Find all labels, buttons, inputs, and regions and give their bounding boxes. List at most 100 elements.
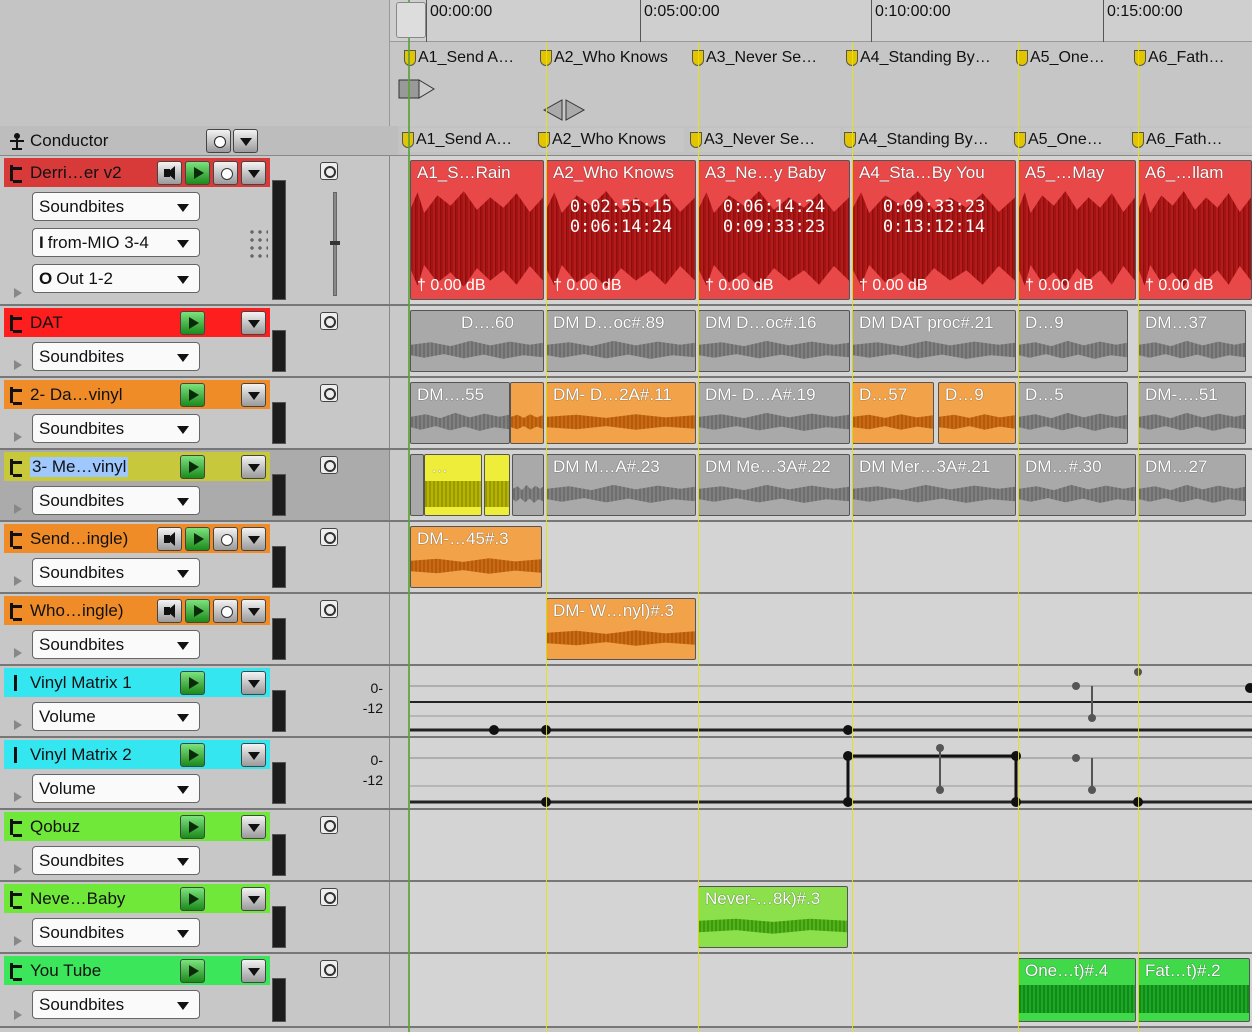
zoom-icon[interactable] [320,456,338,474]
disclosure-triangle-icon[interactable] [14,864,22,874]
speaker-button[interactable] [157,526,182,551]
automation-lane[interactable] [410,738,1252,808]
track-view-select[interactable]: Soundbites [32,846,200,875]
conductor-marker-a6[interactable]: A6_Fath… [1132,128,1252,152]
track-view-select[interactable]: Soundbites [32,414,200,443]
conductor-marker-a2[interactable]: A2_Who Knows [538,128,684,152]
zoom-icon[interactable] [320,816,338,834]
clip[interactable]: DM M…A#.23 [546,454,696,516]
timeline-ruler[interactable]: 00:00:00 0:05:00:00 0:10:00:00 0:15:00:0… [390,0,1252,42]
track-name-bar[interactable]: DAT [4,308,270,337]
track-menu-button[interactable] [241,742,266,767]
disclosure-triangle-icon[interactable] [14,1010,22,1020]
track-name-bar[interactable]: 2- Da…vinyl [4,380,270,409]
record-button[interactable] [213,598,238,623]
marker-a2[interactable]: A2_Who Knows [540,46,686,70]
play-button[interactable] [180,382,205,407]
play-button[interactable] [180,958,205,983]
track-lane[interactable]: One…t)#.4 Fat…t)#.2 [410,954,1252,1026]
clip[interactable]: A6_…llam † 0.00 dB [1138,160,1252,300]
disclosure-triangle-icon[interactable] [14,792,22,802]
clip[interactable]: DM Mer…3A#.21 [852,454,1016,516]
automation-param-select[interactable]: Volume [32,774,200,803]
zoom-icon[interactable] [320,384,338,402]
disclosure-triangle-icon[interactable] [14,360,22,370]
automation-lane[interactable] [410,666,1252,736]
clip[interactable]: One…t)#.4 [1018,958,1136,1022]
play-button[interactable] [180,814,205,839]
playhead-handle[interactable] [396,2,426,38]
play-button[interactable] [185,160,210,185]
disclosure-triangle-icon[interactable] [14,504,22,514]
track-view-select[interactable]: Soundbites [32,486,200,515]
track-menu-button[interactable] [241,958,266,983]
track-name-bar[interactable]: Neve…Baby [4,884,270,913]
clip[interactable] [510,382,544,444]
output-select[interactable]: O Out 1-2 [32,264,200,293]
track-name-bar[interactable]: 3- Me…vinyl [4,452,270,481]
automation-param-select[interactable]: Volume [32,702,200,731]
clip[interactable]: DM…#.30 [1018,454,1136,516]
loop-handle-icon[interactable] [542,98,586,122]
clip[interactable]: DM Me…3A#.22 [698,454,850,516]
track-menu-button[interactable] [241,598,266,623]
zoom-icon[interactable] [320,960,338,978]
track-name-bar[interactable]: Send…ingle) [4,524,270,553]
track-name-bar[interactable]: Qobuz [4,812,270,841]
track-name-bar[interactable]: Vinyl Matrix 1 [4,668,270,697]
conductor-marker-a5[interactable]: A5_One… [1014,128,1130,152]
play-button[interactable] [180,310,205,335]
clip[interactable]: D…9 [1018,310,1128,372]
track-lane[interactable]: A1_S…Rain † 0.00 dB A2_Who Knows 0:02:55:1… [410,156,1252,304]
disclosure-triangle-icon[interactable] [14,432,22,442]
grip-handle-icon[interactable] [248,228,268,258]
record-button[interactable] [213,526,238,551]
track-lane[interactable]: … DM M…A#.23 DM Me…3A#.22 DM Mer…3A#.21 … [410,450,1252,520]
track-lane[interactable]: DM- W…nyl)#.3 [410,594,1252,664]
clip[interactable]: DM- D…A#.19 [698,382,850,444]
track-lane[interactable]: DM-…45#.3 [410,522,1252,592]
speaker-button[interactable] [157,598,182,623]
play-button[interactable] [180,670,205,695]
clip[interactable]: D…5 [1018,382,1128,444]
track-view-select[interactable]: Soundbites [32,192,200,221]
input-select[interactable]: Ifrom-MIO 3-4 [32,228,200,257]
track-view-select[interactable]: Soundbites [32,918,200,947]
record-button[interactable] [213,160,238,185]
play-button[interactable] [180,886,205,911]
clip[interactable]: D…57 [852,382,934,444]
disclosure-triangle-icon[interactable] [14,576,22,586]
clip[interactable]: DM…37 [1138,310,1246,372]
clip[interactable] [410,454,424,516]
track-name-bar[interactable]: Who…ingle) [4,596,270,625]
marker-a4[interactable]: A4_Standing By… [846,46,1014,70]
clip[interactable]: DM-….51 [1138,382,1246,444]
track-lane[interactable] [410,810,1252,880]
play-button[interactable] [180,742,205,767]
marker-a6[interactable]: A6_Fath… [1134,46,1246,70]
track-menu-button[interactable] [241,310,266,335]
track-view-select[interactable]: Soundbites [32,558,200,587]
clip[interactable]: Never-…8k)#.3 [698,886,848,948]
zoom-icon[interactable] [320,600,338,618]
speaker-button[interactable] [157,160,182,185]
clip[interactable]: A5_…May † 0.00 dB [1018,160,1136,300]
clip[interactable]: A3_Ne…y Baby 0:06:14:24 0:09:33:23 † 0.00 d… [698,160,850,300]
clip[interactable]: Fat…t)#.2 [1138,958,1250,1022]
zoom-icon[interactable] [320,162,338,180]
track-menu-button[interactable] [241,670,266,695]
fader-knob[interactable] [330,241,340,245]
track-lane[interactable]: DM….55 DM- D…2A#.11 DM- D…A#.19 D…57 D…9… [410,378,1252,448]
track-view-select[interactable]: Soundbites [32,342,200,371]
play-button[interactable] [180,454,205,479]
track-menu-button[interactable] [241,886,266,911]
disclosure-triangle-icon[interactable] [14,720,22,730]
clip[interactable]: DM- W…nyl)#.3 [546,598,696,660]
clip[interactable]: DM D…oc#.89 [546,310,696,372]
track-view-select[interactable]: Soundbites [32,990,200,1019]
conductor-marker-a3[interactable]: A3_Never Se… [690,128,840,152]
clip[interactable]: … [424,454,482,516]
track-lane[interactable]: Never-…8k)#.3 [410,882,1252,952]
disclosure-triangle-icon[interactable] [14,936,22,946]
clip[interactable]: A2_Who Knows 0:02:55:15 0:06:14:24 † 0.00 d… [546,160,696,300]
